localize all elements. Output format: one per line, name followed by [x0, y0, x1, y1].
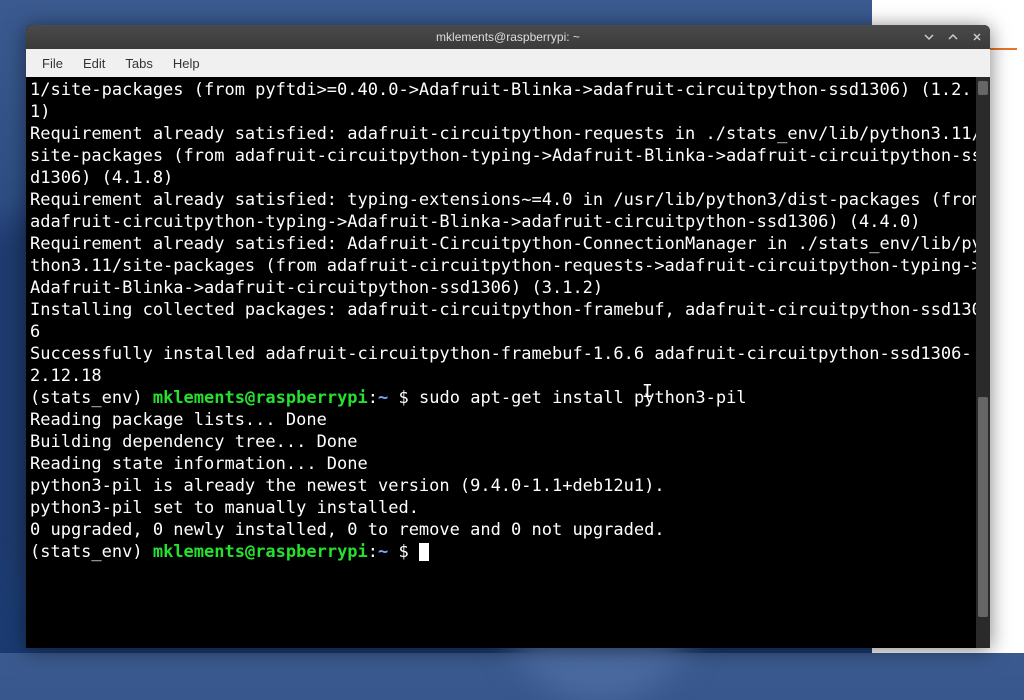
minimize-button[interactable]	[920, 28, 938, 46]
prompt-path: ~	[378, 542, 388, 562]
window-title: mklements@raspberrypi: ~	[436, 30, 580, 44]
prompt-colon: :	[368, 542, 378, 562]
prompt-dollar: $	[399, 542, 409, 562]
chevron-up-icon	[948, 32, 958, 42]
terminal-output: 1/site-packages (from pyftdi>=0.40.0->Ad…	[30, 80, 990, 386]
close-icon	[972, 32, 982, 42]
command-text: sudo apt-get install python3-pil	[419, 388, 747, 408]
menubar: File Edit Tabs Help	[26, 49, 990, 77]
prompt-path: ~	[378, 388, 388, 408]
prompt-dollar: $	[399, 388, 409, 408]
menu-edit[interactable]: Edit	[75, 54, 113, 73]
text-cursor	[419, 543, 429, 561]
scroll-up-arrow[interactable]	[978, 81, 988, 95]
scrollbar[interactable]	[976, 77, 990, 648]
scroll-thumb[interactable]	[978, 397, 988, 617]
prompt-user: mklements@raspberrypi	[153, 388, 368, 408]
chevron-down-icon	[924, 32, 934, 42]
prompt-user: mklements@raspberrypi	[153, 542, 368, 562]
close-button[interactable]	[968, 28, 986, 46]
prompt-colon: :	[368, 388, 378, 408]
prompt-venv: (stats_env)	[30, 388, 143, 408]
terminal-output: Reading package lists... Done Building d…	[30, 410, 665, 540]
menu-help[interactable]: Help	[165, 54, 208, 73]
prompt-venv: (stats_env)	[30, 542, 143, 562]
menu-file[interactable]: File	[34, 54, 71, 73]
menu-tabs[interactable]: Tabs	[117, 54, 160, 73]
maximize-button[interactable]	[944, 28, 962, 46]
terminal-window: mklements@raspberrypi: ~ File Edit Tabs …	[26, 25, 990, 648]
terminal-body[interactable]: 1/site-packages (from pyftdi>=0.40.0->Ad…	[26, 77, 990, 648]
titlebar[interactable]: mklements@raspberrypi: ~	[26, 25, 990, 49]
